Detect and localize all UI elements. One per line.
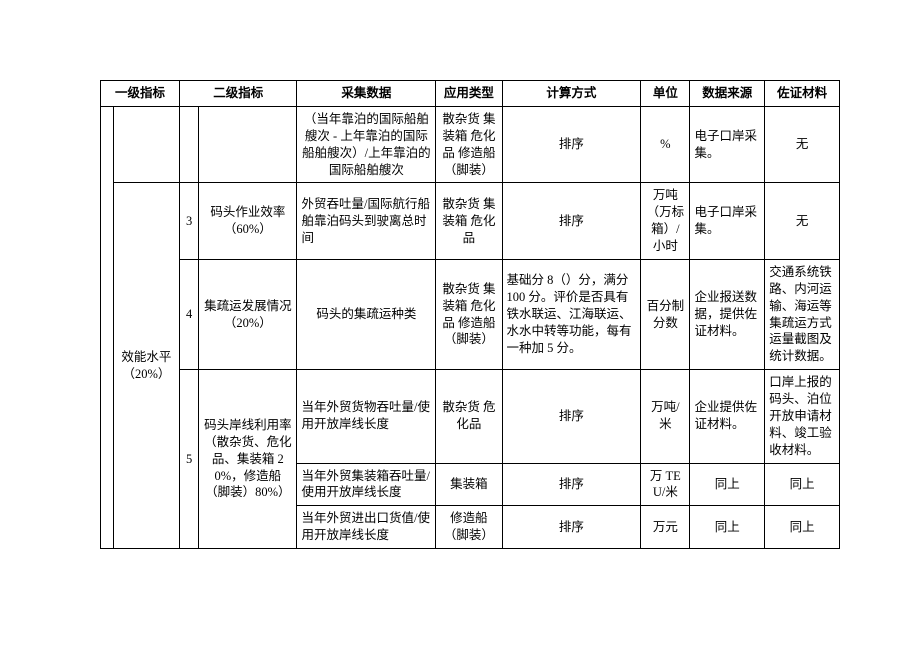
type-cell: 散杂货 集装箱 危化品 修造船（脚装） bbox=[436, 259, 502, 369]
header-calc: 计算方式 bbox=[502, 81, 641, 107]
table-row: 5 码头岸线利用率（散杂货、危化品、集装箱 20%，修造船（脚装）80%） 当年… bbox=[101, 370, 840, 463]
indicator-table: 一级指标 二级指标 采集数据 应用类型 计算方式 单位 数据来源 佐证材料 （当… bbox=[100, 80, 840, 549]
unit-cell: 万 TEU/米 bbox=[641, 463, 690, 506]
collect-cell: （当年靠泊的国际船舶艘次 - 上年靠泊的国际船舶艘次）/上年靠泊的国际船舶艘次 bbox=[297, 106, 436, 183]
unit-cell: 百分制分数 bbox=[641, 259, 690, 369]
src-cell: 企业提供佐证材料。 bbox=[690, 370, 765, 463]
header-level1: 一级指标 bbox=[101, 81, 180, 107]
level1-cell: 效能水平（20%） bbox=[113, 183, 179, 549]
src-cell: 电子口岸采集。 bbox=[690, 183, 765, 260]
calc-cell: 基础分 8（）分，满分 100 分。评价是否具有铁水联运、江海联运、水水中转等功… bbox=[502, 259, 641, 369]
collect-cell: 码头的集疏运种类 bbox=[297, 259, 436, 369]
collect-cell: 当年外贸货物吞吐量/使用开放岸线长度 bbox=[297, 370, 436, 463]
unit-cell: 万吨（万标箱）/小时 bbox=[641, 183, 690, 260]
calc-cell: 排序 bbox=[502, 183, 641, 260]
src-cell: 企业报送数据，提供佐证材料。 bbox=[690, 259, 765, 369]
calc-cell: 排序 bbox=[502, 463, 641, 506]
proof-cell: 同上 bbox=[765, 506, 840, 549]
table-row: 效能水平（20%） 3 码头作业效率（60%） 外贸吞吐量/国际航行船舶靠泊码头… bbox=[101, 183, 840, 260]
type-cell: 散杂货 集装箱 危化品 bbox=[436, 183, 502, 260]
src-cell: 同上 bbox=[690, 506, 765, 549]
src-cell: 同上 bbox=[690, 463, 765, 506]
type-cell: 集装箱 bbox=[436, 463, 502, 506]
index-cell bbox=[180, 106, 199, 183]
proof-cell: 无 bbox=[765, 106, 840, 183]
level1-cell-empty bbox=[113, 106, 179, 183]
proof-cell: 口岸上报的码头、泊位开放申请材料、竣工验收材料。 bbox=[765, 370, 840, 463]
header-src: 数据来源 bbox=[690, 81, 765, 107]
type-cell: 散杂货 危化品 bbox=[436, 370, 502, 463]
proof-cell: 同上 bbox=[765, 463, 840, 506]
collect-cell: 当年外贸集装箱吞吐量/使用开放岸线长度 bbox=[297, 463, 436, 506]
table-header-row: 一级指标 二级指标 采集数据 应用类型 计算方式 单位 数据来源 佐证材料 bbox=[101, 81, 840, 107]
collect-cell: 外贸吞吐量/国际航行船舶靠泊码头到驶离总时间 bbox=[297, 183, 436, 260]
table-row: （当年靠泊的国际船舶艘次 - 上年靠泊的国际船舶艘次）/上年靠泊的国际船舶艘次 … bbox=[101, 106, 840, 183]
src-cell: 电子口岸采集。 bbox=[690, 106, 765, 183]
calc-cell: 排序 bbox=[502, 370, 641, 463]
table-row: 4 集疏运发展情况（20%） 码头的集疏运种类 散杂货 集装箱 危化品 修造船（… bbox=[101, 259, 840, 369]
level2-cell: 码头作业效率（60%） bbox=[199, 183, 297, 260]
header-collect: 采集数据 bbox=[297, 81, 436, 107]
header-level2: 二级指标 bbox=[180, 81, 297, 107]
index-cell: 4 bbox=[180, 259, 199, 369]
header-proof: 佐证材料 bbox=[765, 81, 840, 107]
proof-cell: 无 bbox=[765, 183, 840, 260]
calc-cell: 排序 bbox=[502, 106, 641, 183]
calc-cell: 排序 bbox=[502, 506, 641, 549]
level2-cell: 集疏运发展情况（20%） bbox=[199, 259, 297, 369]
unit-cell: 万吨/米 bbox=[641, 370, 690, 463]
type-cell: 散杂货 集装箱 危化品 修造船（脚装） bbox=[436, 106, 502, 183]
index-cell: 5 bbox=[180, 370, 199, 549]
proof-cell: 交通系统铁路、内河运输、海运等集疏运方式运量截图及统计数据。 bbox=[765, 259, 840, 369]
index-cell: 3 bbox=[180, 183, 199, 260]
unit-cell: 万元 bbox=[641, 506, 690, 549]
collect-cell: 当年外贸进出口货值/使用开放岸线长度 bbox=[297, 506, 436, 549]
header-unit: 单位 bbox=[641, 81, 690, 107]
level1-spacer bbox=[101, 106, 114, 548]
type-cell: 修造船（脚装） bbox=[436, 506, 502, 549]
level2-cell: 码头岸线利用率（散杂货、危化品、集装箱 20%，修造船（脚装）80%） bbox=[199, 370, 297, 549]
header-type: 应用类型 bbox=[436, 81, 502, 107]
unit-cell: % bbox=[641, 106, 690, 183]
level2-cell-empty bbox=[199, 106, 297, 183]
